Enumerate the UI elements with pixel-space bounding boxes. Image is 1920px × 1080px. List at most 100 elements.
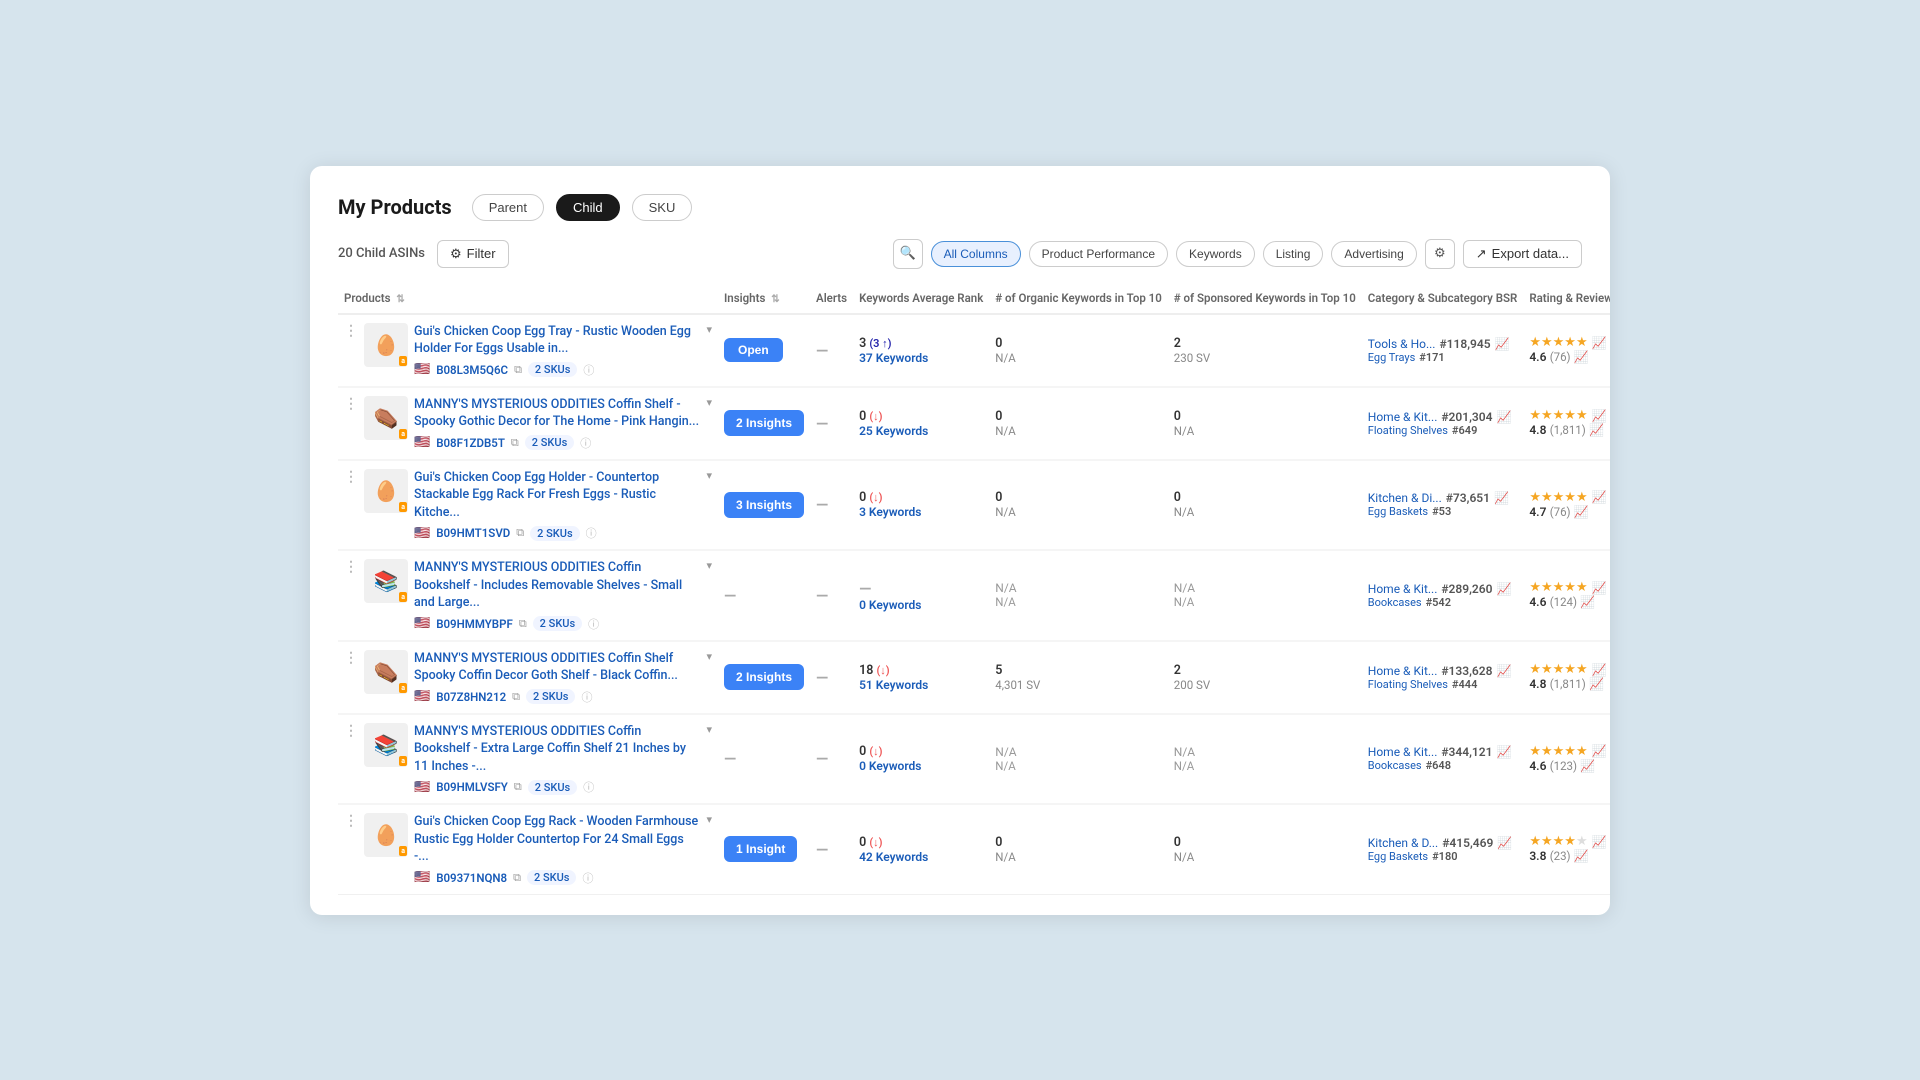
- filter-button[interactable]: ⚙ Filter: [437, 240, 509, 268]
- more-menu-button[interactable]: ⋮: [344, 559, 358, 575]
- insight-button[interactable]: 3 Insights: [724, 492, 804, 518]
- tab-child[interactable]: Child: [556, 194, 620, 221]
- more-menu-button[interactable]: ⋮: [344, 813, 358, 829]
- info-icon[interactable]: ⓘ: [588, 616, 599, 632]
- copy-icon[interactable]: ⧉: [512, 690, 520, 704]
- info-icon[interactable]: ⓘ: [581, 689, 592, 705]
- subcategory-name[interactable]: Bookcases: [1368, 596, 1422, 609]
- product-name[interactable]: MANNY'S MYSTERIOUS ODDITIES Coffin Shelf…: [414, 396, 700, 431]
- category-name[interactable]: Home & Kit...: [1368, 410, 1438, 424]
- bsr-chart-icon[interactable]: 📈: [1496, 582, 1511, 596]
- copy-icon[interactable]: ⧉: [511, 436, 519, 450]
- reviews-chart-icon[interactable]: 📈: [1574, 350, 1589, 364]
- subcategory-name[interactable]: Bookcases: [1368, 759, 1422, 772]
- product-name[interactable]: Gui's Chicken Coop Egg Holder - Countert…: [414, 469, 700, 522]
- kw-label[interactable]: 0 Keywords: [859, 759, 983, 773]
- kw-label[interactable]: 0 Keywords: [859, 598, 983, 612]
- bsr-chart-icon[interactable]: 📈: [1496, 745, 1511, 759]
- bsr-chart-icon[interactable]: 📈: [1494, 491, 1509, 505]
- reviews-chart-icon[interactable]: 📈: [1580, 759, 1595, 773]
- insight-button[interactable]: 1 Insight: [724, 836, 797, 862]
- asin-code[interactable]: B09HMLVSFY: [436, 780, 508, 794]
- subcategory-name[interactable]: Floating Shelves: [1368, 678, 1448, 691]
- more-menu-button[interactable]: ⋮: [344, 323, 358, 339]
- col-listing[interactable]: Listing: [1263, 241, 1324, 267]
- info-icon[interactable]: ⓘ: [586, 525, 597, 541]
- tab-sku[interactable]: SKU: [632, 194, 693, 221]
- sort-insights-icon[interactable]: ⇅: [771, 294, 779, 305]
- rating-chart-icon[interactable]: 📈: [1592, 336, 1607, 350]
- bsr-chart-icon[interactable]: 📈: [1496, 664, 1511, 678]
- bsr-chart-icon[interactable]: 📈: [1497, 836, 1512, 850]
- rating-chart-icon[interactable]: 📈: [1592, 744, 1607, 758]
- reviews-chart-icon[interactable]: 📈: [1574, 505, 1589, 519]
- subcategory-name[interactable]: Floating Shelves: [1368, 424, 1448, 437]
- search-button[interactable]: 🔍: [893, 239, 923, 269]
- more-menu-button[interactable]: ⋮: [344, 723, 358, 739]
- copy-icon[interactable]: ⧉: [514, 363, 522, 377]
- settings-button[interactable]: ⚙: [1425, 239, 1455, 269]
- col-product-performance[interactable]: Product Performance: [1029, 241, 1168, 267]
- kw-label[interactable]: 37 Keywords: [859, 351, 983, 365]
- rating-chart-icon[interactable]: 📈: [1592, 409, 1607, 423]
- product-name[interactable]: MANNY'S MYSTERIOUS ODDITIES Coffin Books…: [414, 723, 700, 776]
- reviews-chart-icon[interactable]: 📈: [1589, 423, 1604, 437]
- expand-button[interactable]: ▾: [706, 723, 712, 736]
- info-icon[interactable]: ⓘ: [583, 362, 594, 378]
- category-name[interactable]: Home & Kit...: [1368, 745, 1438, 759]
- copy-icon[interactable]: ⧉: [513, 871, 521, 885]
- col-all-columns[interactable]: All Columns: [931, 241, 1021, 267]
- info-icon[interactable]: ⓘ: [583, 779, 594, 795]
- category-name[interactable]: Home & Kit...: [1368, 582, 1438, 596]
- info-icon[interactable]: ⓘ: [580, 435, 591, 451]
- bsr-chart-icon[interactable]: 📈: [1496, 410, 1511, 424]
- asin-code[interactable]: B08L3M5Q6C: [436, 363, 508, 377]
- kw-label[interactable]: 51 Keywords: [859, 678, 983, 692]
- copy-icon[interactable]: ⧉: [516, 526, 524, 540]
- open-button[interactable]: Open: [724, 338, 783, 362]
- reviews-chart-icon[interactable]: 📈: [1589, 677, 1604, 691]
- copy-icon[interactable]: ⧉: [519, 617, 527, 631]
- rating-chart-icon[interactable]: 📈: [1592, 663, 1607, 677]
- kw-label[interactable]: 3 Keywords: [859, 505, 983, 519]
- info-icon[interactable]: ⓘ: [582, 870, 593, 886]
- bsr-chart-icon[interactable]: 📈: [1495, 337, 1510, 351]
- tab-parent[interactable]: Parent: [472, 194, 544, 221]
- copy-icon[interactable]: ⧉: [514, 780, 522, 794]
- export-button[interactable]: ↗ Export data...: [1463, 240, 1582, 268]
- more-menu-button[interactable]: ⋮: [344, 469, 358, 485]
- kw-label[interactable]: 42 Keywords: [859, 850, 983, 864]
- expand-button[interactable]: ▾: [706, 469, 712, 482]
- subcategory-name[interactable]: Egg Baskets: [1368, 505, 1428, 518]
- product-name[interactable]: Gui's Chicken Coop Egg Tray - Rustic Woo…: [414, 323, 700, 358]
- expand-button[interactable]: ▾: [706, 323, 712, 336]
- more-menu-button[interactable]: ⋮: [344, 650, 358, 666]
- kw-label[interactable]: 25 Keywords: [859, 424, 983, 438]
- insight-button[interactable]: 2 Insights: [724, 664, 804, 690]
- col-keywords[interactable]: Keywords: [1176, 241, 1255, 267]
- expand-button[interactable]: ▾: [706, 650, 712, 663]
- reviews-chart-icon[interactable]: 📈: [1574, 849, 1589, 863]
- category-name[interactable]: Kitchen & D...: [1368, 836, 1438, 850]
- asin-code[interactable]: B09371NQN8: [436, 871, 507, 885]
- sort-products-icon[interactable]: ⇅: [396, 294, 404, 305]
- product-name[interactable]: Gui's Chicken Coop Egg Rack - Wooden Far…: [414, 813, 700, 866]
- expand-button[interactable]: ▾: [706, 813, 712, 826]
- asin-code[interactable]: B07Z8HN212: [436, 690, 506, 704]
- product-name[interactable]: MANNY'S MYSTERIOUS ODDITIES Coffin Books…: [414, 559, 700, 612]
- category-name[interactable]: Home & Kit...: [1368, 664, 1438, 678]
- asin-code[interactable]: B09HMT1SVD: [436, 526, 510, 540]
- rating-chart-icon[interactable]: 📈: [1592, 581, 1607, 595]
- col-advertising[interactable]: Advertising: [1331, 241, 1416, 267]
- asin-code[interactable]: B09HMMYBPF: [436, 617, 513, 631]
- subcategory-name[interactable]: Egg Baskets: [1368, 850, 1428, 863]
- product-name[interactable]: MANNY'S MYSTERIOUS ODDITIES Coffin Shelf…: [414, 650, 700, 685]
- category-name[interactable]: Kitchen & Di...: [1368, 491, 1442, 505]
- rating-chart-icon[interactable]: 📈: [1592, 835, 1607, 849]
- reviews-chart-icon[interactable]: 📈: [1580, 595, 1595, 609]
- expand-button[interactable]: ▾: [706, 559, 712, 572]
- more-menu-button[interactable]: ⋮: [344, 396, 358, 412]
- insight-button[interactable]: 2 Insights: [724, 410, 804, 436]
- rating-chart-icon[interactable]: 📈: [1592, 490, 1607, 504]
- category-name[interactable]: Tools & Ho...: [1368, 337, 1436, 351]
